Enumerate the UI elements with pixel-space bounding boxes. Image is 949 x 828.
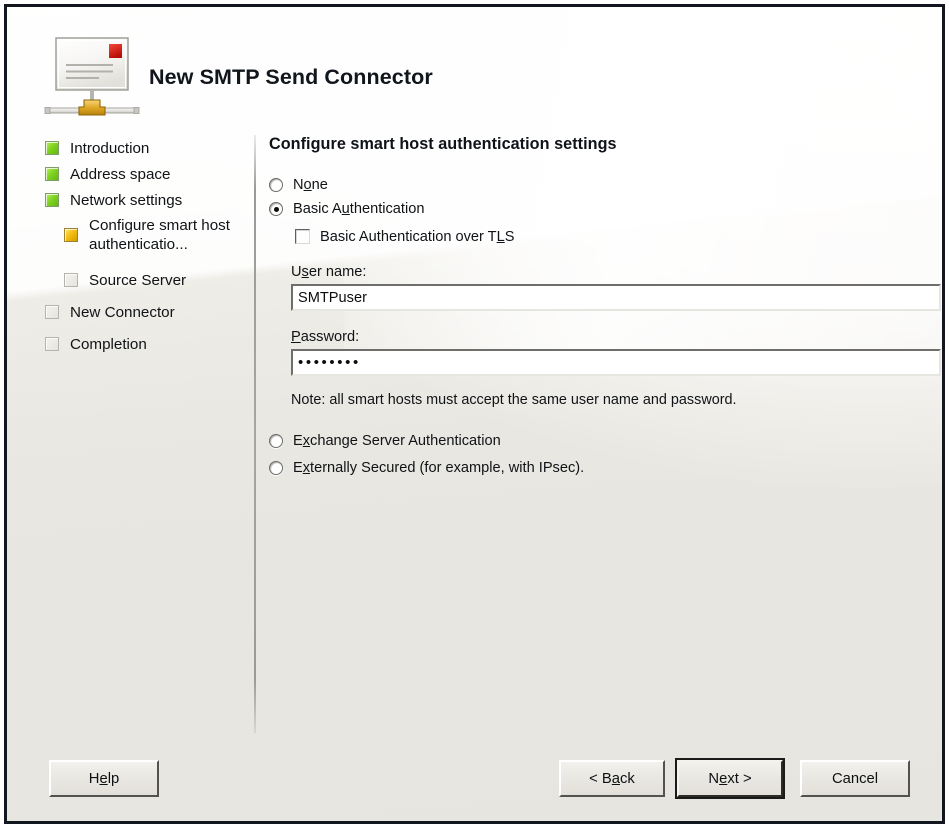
password-label: Password:: [291, 329, 932, 345]
username-input-value: SMTPuser: [298, 290, 367, 306]
step-status-icon-done: [45, 167, 59, 181]
next-button[interactable]: Next >: [677, 760, 783, 797]
sidebar-item-configure-smart-host-authentication[interactable]: Configure smart host authenticatio...: [64, 213, 245, 257]
radio-label-exchange-server-authentication: Exchange Server Authentication: [293, 432, 501, 450]
help-button[interactable]: Help: [49, 760, 159, 797]
step-status-icon-pending: [45, 305, 59, 319]
back-button[interactable]: < Back: [559, 760, 665, 797]
checkbox-icon-basic-auth-over-tls[interactable]: [295, 229, 310, 244]
username-label: User name:: [291, 264, 932, 280]
wizard-window: New SMTP Send Connector Introduction Add…: [4, 4, 945, 824]
radio-label-basic-authentication: Basic Authentication: [293, 200, 424, 218]
password-input[interactable]: ••••••••: [291, 349, 941, 376]
step-status-icon-done: [45, 141, 59, 155]
sidebar-item-label: Source Server: [89, 271, 186, 290]
sidebar-item-label: Network settings: [70, 191, 182, 210]
content-heading: Configure smart host authentication sett…: [269, 135, 932, 154]
cancel-button[interactable]: Cancel: [800, 760, 910, 797]
radio-option-exchange-server-authentication[interactable]: Exchange Server Authentication: [269, 432, 932, 450]
sidebar-item-label: Address space: [70, 165, 170, 184]
radio-icon-exchange-server-authentication[interactable]: [269, 434, 283, 448]
sidebar-content-divider: [254, 135, 256, 733]
window-background: New SMTP Send Connector Introduction Add…: [7, 7, 942, 821]
radio-label-externally-secured: Externally Secured (for example, with IP…: [293, 459, 584, 477]
sidebar-item-introduction[interactable]: Introduction: [45, 135, 245, 161]
username-input[interactable]: SMTPuser: [291, 284, 941, 311]
radio-icon-none[interactable]: [269, 178, 283, 192]
page-title: New SMTP Send Connector: [149, 65, 433, 90]
sidebar-item-label: Configure smart host authenticatio...: [89, 216, 245, 254]
sidebar-item-new-connector[interactable]: New Connector: [45, 299, 245, 325]
radio-option-none[interactable]: None: [269, 176, 932, 194]
main-content: Configure smart host authentication sett…: [269, 135, 932, 486]
step-status-icon-pending: [64, 273, 78, 287]
sidebar-item-network-settings[interactable]: Network settings: [45, 187, 245, 213]
sidebar-item-source-server[interactable]: Source Server: [64, 267, 245, 293]
radio-label-none: None: [293, 176, 328, 194]
password-input-value: ••••••••: [298, 354, 361, 371]
radio-option-basic-authentication[interactable]: Basic Authentication: [269, 200, 932, 218]
lower-auth-options: Exchange Server Authentication Externall…: [269, 432, 932, 477]
wizard-header: New SMTP Send Connector: [7, 7, 942, 121]
wizard-steps-sidebar: Introduction Address space Network setti…: [45, 135, 245, 357]
sidebar-item-label: New Connector: [70, 303, 175, 322]
radio-icon-externally-secured[interactable]: [269, 461, 283, 475]
sidebar-item-label: Completion: [70, 335, 147, 354]
checkbox-option-basic-authentication-over-tls[interactable]: Basic Authentication over TLS: [295, 228, 932, 246]
radio-icon-basic-authentication[interactable]: [269, 202, 283, 216]
sidebar-item-label: Introduction: [70, 139, 149, 158]
checkbox-label-basic-auth-over-tls: Basic Authentication over TLS: [320, 228, 514, 246]
sidebar-item-address-space[interactable]: Address space: [45, 161, 245, 187]
smtp-connector-icon: [43, 32, 145, 118]
radio-option-externally-secured[interactable]: Externally Secured (for example, with IP…: [269, 459, 932, 477]
step-status-icon-current: [64, 228, 78, 242]
smart-host-note: Note: all smart hosts must accept the sa…: [291, 392, 932, 408]
sidebar-item-completion[interactable]: Completion: [45, 331, 245, 357]
step-status-icon-pending: [45, 337, 59, 351]
step-status-icon-done: [45, 193, 59, 207]
